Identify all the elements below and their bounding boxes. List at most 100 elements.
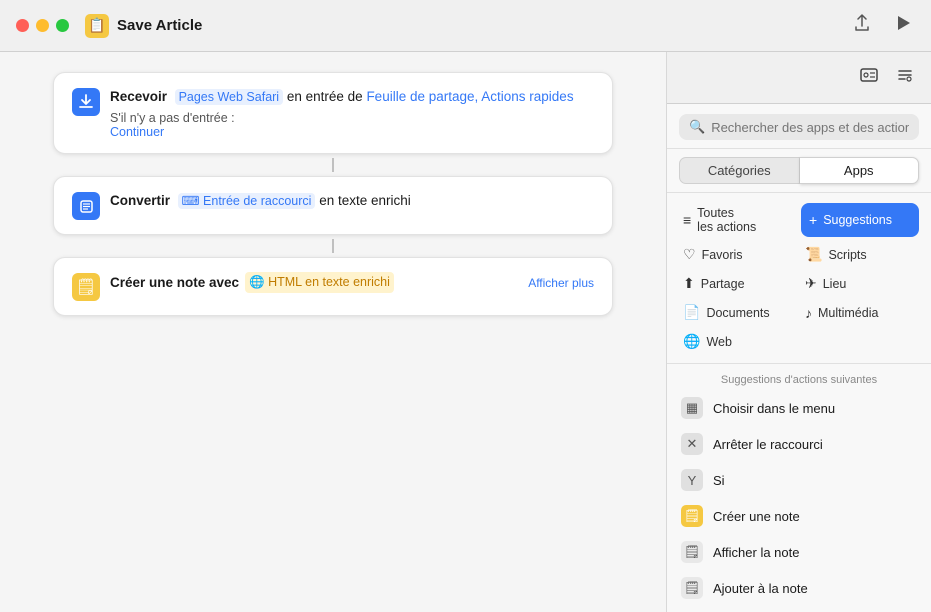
convert-card[interactable]: Convertir ⌨ Entrée de raccourci en texte… (53, 176, 613, 235)
create-note-header: 🗒 Créer une note avec 🌐 HTML en texte en… (72, 272, 594, 301)
partage-icon: ⬆ (683, 275, 695, 292)
tab-categories[interactable]: Catégories (679, 157, 800, 184)
create-note-bold: Créer une note avec (110, 273, 239, 293)
cat-lieu[interactable]: ✈ Lieu (801, 272, 919, 295)
favoris-icon: ♡ (683, 246, 696, 263)
run-button[interactable] (891, 11, 915, 40)
receive-tag2[interactable]: Feuille de partage, Actions rapides (366, 89, 573, 104)
cat-scripts[interactable]: 📜 Scripts (801, 243, 919, 266)
suggestion-item[interactable]: Y Si (667, 462, 931, 498)
suggestions-list: ▦ Choisir dans le menu ✕ Arrêter le raccour… (667, 390, 931, 612)
scripts-icon: 📜 (805, 246, 822, 263)
web-icon: 🌐 (683, 333, 700, 350)
suggestions-header: Suggestions d'actions suivantes (667, 364, 931, 390)
receive-body: Recevoir Pages Web Safari en entrée de F… (110, 87, 594, 139)
share-button[interactable] (849, 10, 875, 41)
minimize-button[interactable] (36, 19, 49, 32)
create-note-icon: 🗒 (72, 273, 100, 301)
convert-tag1[interactable]: ⌨ Entrée de raccourci (178, 193, 316, 209)
cat-web[interactable]: 🌐 Web (679, 330, 797, 353)
suggestion-label: Afficher la note (713, 545, 799, 560)
documents-icon: 📄 (683, 304, 700, 321)
panel-icon-button-2[interactable] (893, 63, 917, 92)
suggestion-item[interactable]: 🗒 Afficher la note (667, 534, 931, 570)
receive-subtext: S'il n'y a pas d'entrée : Continuer (110, 111, 594, 139)
receive-card[interactable]: Recevoir Pages Web Safari en entrée de F… (53, 72, 613, 154)
suggestion-icon: Y (681, 469, 703, 491)
suggestion-item[interactable]: 🗒 Créer une note (667, 498, 931, 534)
create-note-body: Créer une note avec 🌐 HTML en texte enri… (110, 272, 594, 293)
cat-web-label: Web (706, 335, 731, 349)
cat-suggestions-label: Suggestions (823, 213, 892, 227)
cat-partage[interactable]: ⬆ Partage (679, 272, 797, 295)
search-icon: 🔍 (689, 119, 705, 135)
suggestion-icon: ▦ (681, 397, 703, 419)
receive-card-header: Recevoir Pages Web Safari en entrée de F… (72, 87, 594, 139)
suggestion-label: Choisir dans le menu (713, 401, 835, 416)
cat-favoris-label: Favoris (702, 248, 743, 262)
suggestion-item[interactable]: ▦ Choisir dans le menu (667, 390, 931, 426)
workflow-panel: Recevoir Pages Web Safari en entrée de F… (0, 52, 666, 612)
receive-text: Recevoir Pages Web Safari en entrée de F… (110, 87, 594, 107)
all-actions-icon: ≡ (683, 212, 691, 228)
convert-text: Convertir ⌨ Entrée de raccourci en texte… (110, 191, 594, 211)
convert-card-header: Convertir ⌨ Entrée de raccourci en texte… (72, 191, 594, 220)
suggestion-icon: 🗒 (681, 505, 703, 527)
receive-icon (72, 88, 100, 116)
suggestion-label: Ajouter à la note (713, 581, 808, 596)
multimedia-icon: ♪ (805, 305, 812, 321)
suggestions-icon: + (809, 212, 817, 228)
suggestion-item[interactable]: 🗒Ajouter à la note (667, 570, 931, 606)
category-tabs: Catégories Apps (667, 149, 931, 193)
create-note-card[interactable]: 🗒 Créer une note avec 🌐 HTML en texte en… (53, 257, 613, 316)
suggestion-icon: 🗒 (681, 541, 703, 563)
connector-2 (332, 239, 334, 253)
cat-scripts-label: Scripts (828, 248, 866, 262)
receive-bold: Recevoir (110, 89, 167, 104)
tab-apps[interactable]: Apps (800, 157, 920, 184)
suggestion-label: Arrêter le raccourci (713, 437, 823, 452)
create-note-text: Créer une note avec 🌐 HTML en texte enri… (110, 272, 594, 293)
cat-documents[interactable]: 📄 Documents (679, 301, 797, 324)
cat-multimedia-label: Multimédia (818, 306, 878, 320)
close-button[interactable] (16, 19, 29, 32)
convert-icon (72, 192, 100, 220)
connector-1 (332, 158, 334, 172)
suggestion-label: Si (713, 473, 725, 488)
search-input[interactable] (711, 120, 909, 135)
search-container: 🔍 (667, 104, 931, 149)
suggestion-item[interactable]: ✕ Arrêter le raccourci (667, 426, 931, 462)
titlebar-actions (849, 10, 915, 41)
fullscreen-button[interactable] (56, 19, 69, 32)
titlebar: 📋 Save Article (0, 0, 931, 52)
convert-body: Convertir ⌨ Entrée de raccourci en texte… (110, 191, 594, 211)
app-icon: 📋 (85, 14, 109, 38)
cat-favoris[interactable]: ♡ Favoris (679, 243, 797, 266)
categories-grid: ≡ Toutesles actions + Suggestions ♡ Favo… (667, 193, 931, 364)
cat-lieu-label: Lieu (823, 277, 847, 291)
convert-middle: en texte enrichi (319, 193, 411, 208)
suggestions-section: Suggestions d'actions suivantes ▦ Choisir… (667, 364, 931, 612)
lieu-icon: ✈ (805, 275, 817, 292)
traffic-lights (16, 19, 69, 32)
create-note-tag[interactable]: 🌐 HTML en texte enrichi (245, 272, 394, 293)
cat-multimedia[interactable]: ♪ Multimédia (801, 301, 919, 324)
receive-middle: en entrée de (287, 89, 367, 104)
main-layout: Recevoir Pages Web Safari en entrée de F… (0, 52, 931, 612)
cat-partage-label: Partage (701, 277, 745, 291)
suggestion-icon: ✕ (681, 433, 703, 455)
suggestion-label: Créer une note (713, 509, 800, 524)
panel-icon-button-1[interactable] (857, 63, 881, 92)
right-panel: 🔍 Catégories Apps ≡ Toutesles actions + … (666, 52, 931, 612)
window-title: Save Article (117, 17, 849, 34)
right-panel-toolbar (667, 52, 931, 104)
cat-documents-label: Documents (706, 306, 769, 320)
cat-all-actions[interactable]: ≡ Toutesles actions (679, 203, 797, 237)
receive-tag1[interactable]: Pages Web Safari (175, 89, 284, 105)
receive-subaction[interactable]: Continuer (110, 125, 164, 139)
cat-suggestions[interactable]: + Suggestions (801, 203, 919, 237)
search-box: 🔍 (679, 114, 919, 140)
afficher-plus-button[interactable]: Afficher plus (528, 274, 594, 292)
suggestion-item[interactable]: 🔔Afficher la notification (667, 606, 931, 612)
cat-all-actions-label: Toutesles actions (697, 206, 756, 234)
